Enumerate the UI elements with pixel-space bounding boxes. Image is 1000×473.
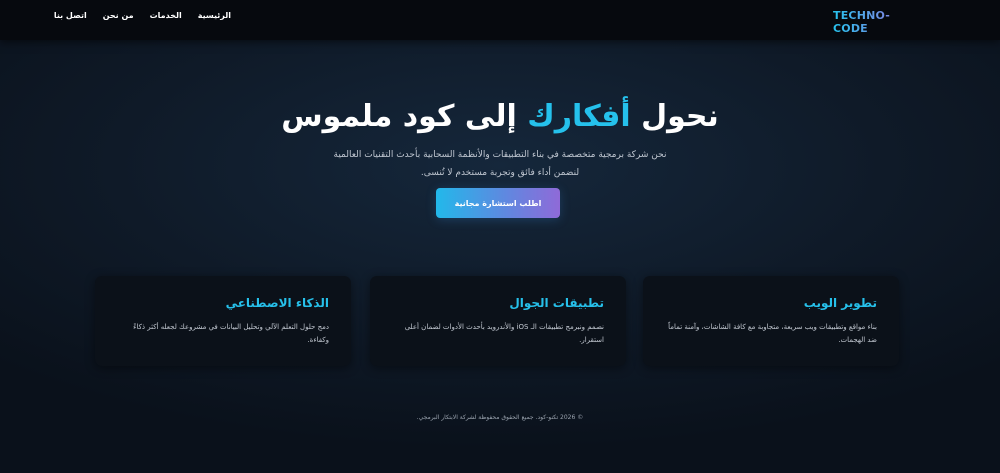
service-card-text: بناء مواقع وتطبيقات ويب سريعة، متجاوبة م… [668, 323, 877, 344]
navbar: TECHNO-CODE الرئيسية الخدمات من نحن اتصل… [0, 0, 1000, 40]
hero-title-accent: أفكارك [527, 99, 631, 134]
service-card-ai: الذكاء الاصطناعي دمج حلول التعلم الآلي و… [95, 276, 351, 366]
site-logo[interactable]: TECHNO-CODE [833, 9, 923, 35]
nav-link-contact[interactable]: اتصل بنا [54, 11, 87, 20]
service-card-mobile: تطبيقات الجوال نصمم ونبرمج تطبيقات الـ i… [370, 276, 626, 366]
nav-menu: الرئيسية الخدمات من نحن اتصل بنا [54, 11, 231, 20]
footer-copyright: © 2026 تكنو-كود. جميع الحقوق محفوظة لشرك… [416, 414, 584, 421]
service-card-web: تطوير الويب بناء مواقع وتطبيقات ويب سريع… [643, 276, 899, 366]
hero-description: نحن شركة برمجية متخصصة في بناء التطبيقات… [333, 150, 667, 178]
service-card-title: الذكاء الاصطناعي [225, 296, 329, 310]
service-card-text: دمج حلول التعلم الآلي وتحليل البيانات في… [133, 323, 329, 344]
service-card-title: تطبيقات الجوال [509, 296, 604, 310]
hero-title: نحول أفكارك إلى كود ملموس [0, 99, 1000, 134]
nav-link-services[interactable]: الخدمات [150, 11, 182, 20]
nav-link-about[interactable]: من نحن [103, 11, 134, 20]
service-card-title: تطوير الويب [803, 296, 877, 310]
nav-link-home[interactable]: الرئيسية [198, 11, 231, 20]
hero-title-part2: إلى كود ملموس [281, 99, 528, 134]
hero-title-part1: نحول [630, 99, 719, 134]
service-card-text: نصمم ونبرمج تطبيقات الـ iOS والأندرويد ب… [404, 323, 604, 344]
free-consultation-button[interactable]: اطلب استشارة مجانية [436, 188, 560, 218]
